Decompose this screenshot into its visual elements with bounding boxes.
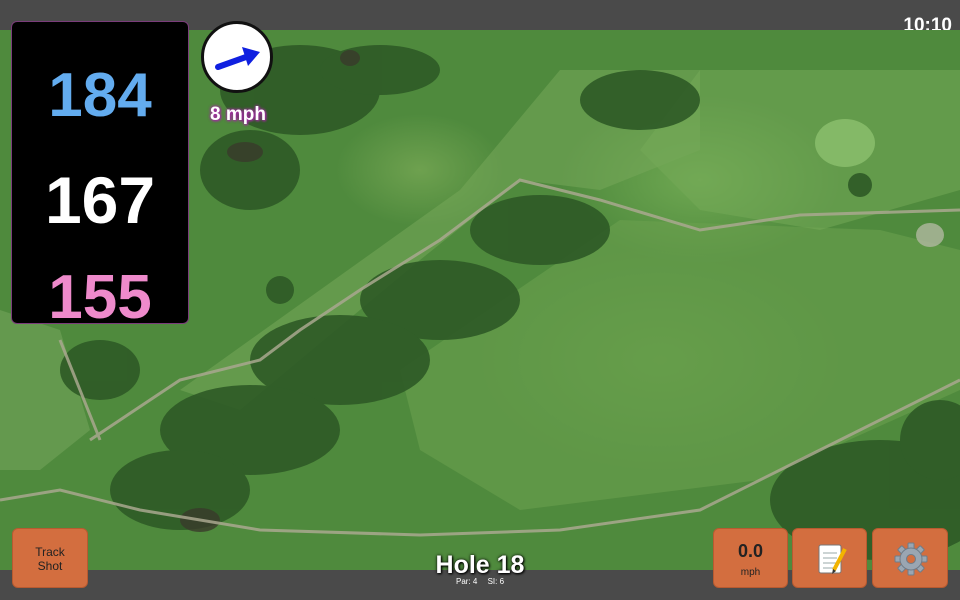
wind-indicator: [201, 21, 273, 93]
settings-button[interactable]: [872, 528, 948, 588]
track-shot-label-line2: Shot: [37, 559, 63, 573]
hole-par: Par: 4: [455, 577, 478, 586]
wind-speed: 8 mph: [210, 104, 266, 125]
hole-stroke-index: SI: 6: [487, 577, 505, 586]
hole-title: Hole 18: [435, 551, 525, 579]
speed-unit: mph: [740, 567, 761, 578]
gear-icon: [894, 542, 928, 576]
track-shot-button[interactable]: Track Shot: [12, 528, 88, 588]
back-distance: 184: [48, 61, 152, 130]
wind-arrow-icon: [215, 47, 260, 70]
middle-distance: 167: [44, 163, 156, 237]
notes-button[interactable]: [792, 528, 867, 588]
track-shot-label-line1: Track: [35, 545, 65, 559]
front-distance: 155: [48, 263, 152, 332]
speed-button[interactable]: 0.0 mph: [713, 528, 788, 588]
speed-value: 0.0: [737, 541, 764, 561]
distance-panel: 184 167 155: [11, 21, 189, 332]
hole-info: Par: 4 SI: 6: [380, 577, 580, 586]
notepad-pencil-icon: [818, 544, 847, 574]
